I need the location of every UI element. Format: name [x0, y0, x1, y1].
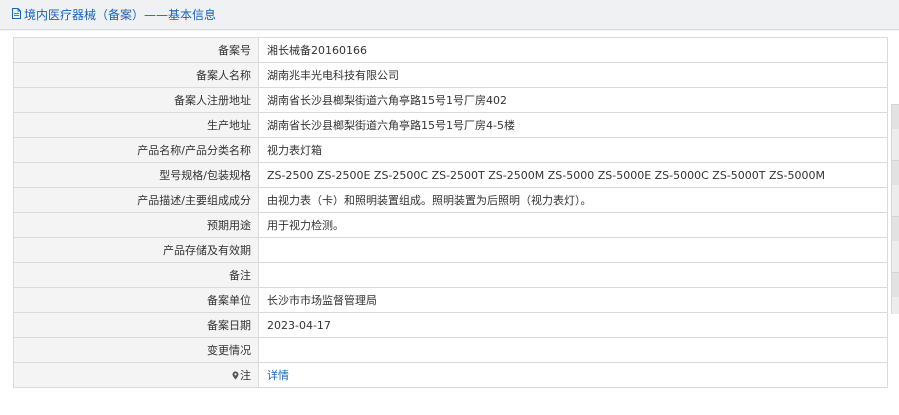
table-row: 型号规格/包装规格 ZS-2500 ZS-2500E ZS-2500C ZS-2… [13, 162, 888, 188]
table-row: 产品描述/主要组成成分 由视力表（卡）和照明装置组成。照明装置为后照明（视力表灯… [13, 187, 888, 213]
table-row: 备案单位 长沙市市场监督管理局 [13, 287, 888, 313]
row-value: 用于视力检测。 [258, 212, 888, 238]
row-label: 产品描述/主要组成成分 [13, 187, 259, 213]
info-panel: 备案号 湘长械备20160166 备案人名称 湖南兆丰光电科技有限公司 备案人注… [0, 31, 899, 415]
row-value: 视力表灯箱 [258, 137, 888, 163]
table-row: 产品存储及有效期 [13, 237, 888, 263]
detail-link[interactable]: 详情 [267, 369, 289, 382]
row-value: 湖南省长沙县榔梨街道六角亭路15号1号厂房4-5楼 [258, 112, 888, 138]
table-row: 变更情况 [13, 337, 888, 363]
note-value-cell: 详情 [258, 362, 888, 388]
row-label: 产品存储及有效期 [13, 237, 259, 263]
row-value: 长沙市市场监督管理局 [258, 287, 888, 313]
scroll-segment [892, 216, 899, 241]
row-label: 备注 [13, 262, 259, 288]
row-label: 生产地址 [13, 112, 259, 138]
info-table: 备案号 湘长械备20160166 备案人名称 湖南兆丰光电科技有限公司 备案人注… [13, 37, 888, 388]
table-row: 备案日期 2023-04-17 [13, 312, 888, 338]
scroll-segment [892, 104, 899, 129]
scroll-segment [892, 160, 899, 185]
note-label-cell: 注 [13, 362, 259, 388]
row-value: 湖南省长沙县榔梨街道六角亭路15号1号厂房402 [258, 87, 888, 113]
row-label: 预期用途 [13, 212, 259, 238]
page-title: 境内医疗器械（备案）——基本信息 [24, 8, 217, 22]
scroll-segment [892, 272, 899, 297]
row-label: 备案单位 [13, 287, 259, 313]
row-value: 湖南兆丰光电科技有限公司 [258, 62, 888, 88]
row-value [258, 262, 888, 288]
row-label: 备案人名称 [13, 62, 259, 88]
table-row: 备注 [13, 262, 888, 288]
row-value: ZS-2500 ZS-2500E ZS-2500C ZS-2500T ZS-25… [258, 162, 888, 188]
row-value: 2023-04-17 [258, 312, 888, 338]
row-label: 备案号 [13, 37, 259, 63]
table-row: 预期用途 用于视力检测。 [13, 212, 888, 238]
pin-icon [232, 371, 239, 380]
table-row: 备案人注册地址 湖南省长沙县榔梨街道六角亭路15号1号厂房402 [13, 87, 888, 113]
row-label: 备案日期 [13, 312, 259, 338]
row-label: 备案人注册地址 [13, 87, 259, 113]
row-value [258, 237, 888, 263]
row-label: 产品名称/产品分类名称 [13, 137, 259, 163]
table-row-note: 注 详情 [13, 362, 888, 388]
table-row: 生产地址 湖南省长沙县榔梨街道六角亭路15号1号厂房4-5楼 [13, 112, 888, 138]
table-row: 备案号 湘长械备20160166 [13, 37, 888, 63]
document-icon [12, 8, 21, 19]
row-label: 型号规格/包装规格 [13, 162, 259, 188]
row-value [258, 337, 888, 363]
note-label: 注 [240, 369, 251, 382]
row-value: 湘长械备20160166 [258, 37, 888, 63]
row-label: 变更情况 [13, 337, 259, 363]
row-value: 由视力表（卡）和照明装置组成。照明装置为后照明（视力表灯）。 [258, 187, 888, 213]
table-row: 备案人名称 湖南兆丰光电科技有限公司 [13, 62, 888, 88]
table-row: 产品名称/产品分类名称 视力表灯箱 [13, 137, 888, 163]
page-header: 境内医疗器械（备案）——基本信息 [0, 0, 899, 30]
side-scrollbar[interactable] [891, 104, 899, 314]
